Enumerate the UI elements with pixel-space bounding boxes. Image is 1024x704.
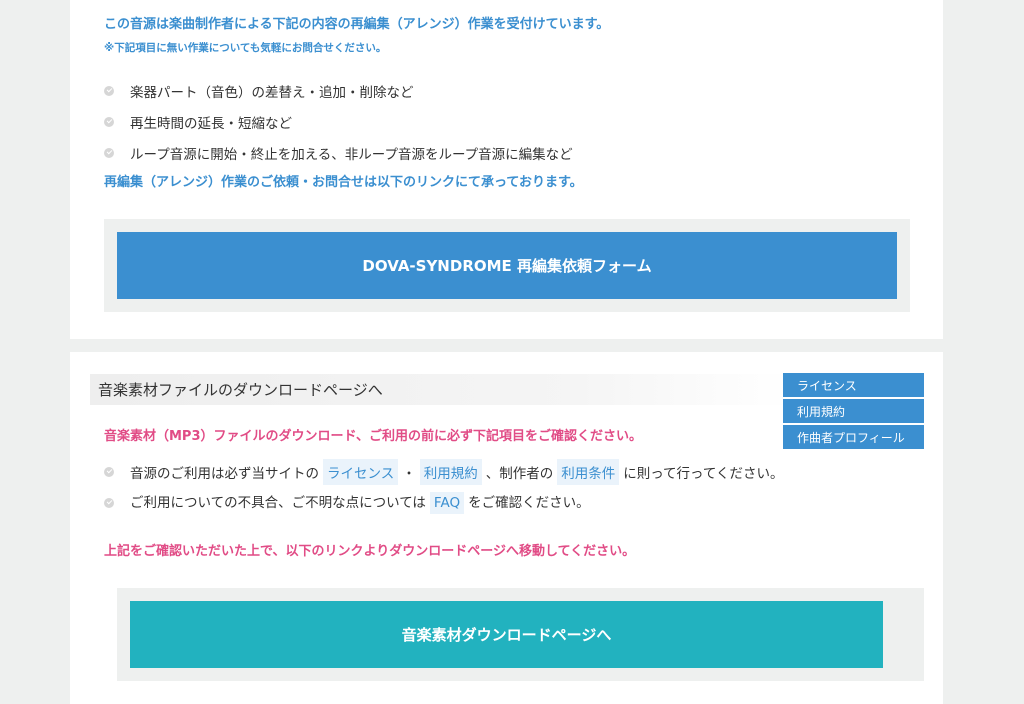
text-segment: ・ [402,466,416,482]
arrange-card: この音源は楽曲制作者による下記の内容の再編集（アレンジ）作業を受付けています。 … [70,0,943,339]
check-icon [104,497,114,508]
check-icon [104,467,114,477]
license-link[interactable]: ライセンス [323,459,399,485]
list-item-text: ご利用についての不具合、ご不明な点については FAQ をご確認ください。 [130,491,590,514]
text-segment: をご確認ください。 [468,495,590,511]
terms-link[interactable]: 利用規約 [419,459,482,485]
side-menu-license[interactable]: ライセンス [783,373,924,397]
faq-link[interactable]: FAQ [429,492,465,514]
list-item: ループ音源に開始・終止を加える、非ループ音源をループ音源に編集など [104,143,573,163]
check-icon [104,86,114,96]
section-title-text: 音楽素材ファイルのダウンロードページへ [98,381,383,399]
side-menu: ライセンス 利用規約 作曲者プロフィール [783,373,924,451]
text-segment: ご利用についての不具合、ご不明な点については [130,495,426,511]
download-warning: 音楽素材（MP3）ファイルのダウンロード、ご利用の前に必ず下記項目をご確認くださ… [104,429,642,444]
list-item-text: 楽器パート（音色）の差替え・追加・削除など [130,85,414,101]
list-item-text: 再生時間の延長・短縮など [130,116,292,132]
list-item: 楽器パート（音色）の差替え・追加・削除など [104,81,414,101]
download-page-button[interactable]: 音楽素材ダウンロードページへ [130,601,883,668]
arrange-note: ※下記項目に無い作業についても気軽にお問合せください。 [104,42,387,54]
list-item: ご利用についての不具合、ご不明な点については FAQ をご確認ください。 [104,491,590,514]
text-segment: 音源のご利用は必ず当サイトの [130,466,319,482]
arrange-button-frame: DOVA-SYNDROME 再編集依頼フォーム [104,219,910,312]
download-button-frame: 音楽素材ダウンロードページへ [117,588,924,681]
arrange-heading: この音源は楽曲制作者による下記の内容の再編集（アレンジ）作業を受付けています。 [104,17,610,32]
list-item: 再生時間の延長・短縮など [104,112,292,132]
side-menu-composer-profile[interactable]: 作曲者プロフィール [783,425,924,449]
section-title: 音楽素材ファイルのダウンロードページへ [90,374,790,405]
side-menu-terms[interactable]: 利用規約 [783,399,924,423]
check-icon [104,117,114,127]
arrange-form-button[interactable]: DOVA-SYNDROME 再編集依頼フォーム [117,232,897,299]
list-item-text: ループ音源に開始・終止を加える、非ループ音源をループ音源に編集など [130,147,573,163]
text-segment: 、制作者の [485,466,554,482]
check-icon [104,148,114,158]
list-item: 音源のご利用は必ず当サイトの ライセンス・利用規約 、制作者の 利用条件 に則って行って… [104,459,783,485]
conditions-link[interactable]: 利用条件 [557,459,620,485]
arrange-contact-text: 再編集（アレンジ）作業のご依頼・お問合せは以下のリンクにて承っております。 [104,175,583,190]
list-item-text: 音源のご利用は必ず当サイトの ライセンス・利用規約 、制作者の 利用条件 に則って行って… [130,459,783,485]
download-move-text: 上記をご確認いただいた上で、以下のリンクよりダウンロードページへ移動してください… [104,544,636,559]
text-segment: に則って行ってください。 [623,466,784,482]
